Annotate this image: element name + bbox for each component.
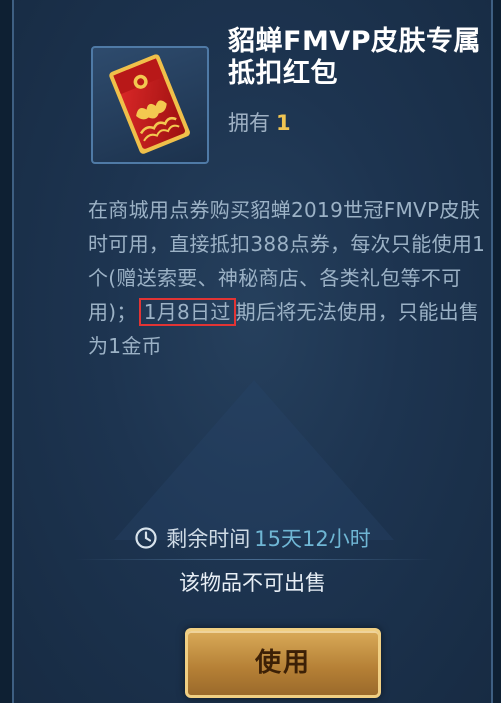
divider — [74, 559, 434, 560]
item-detail-panel: 貂蝉FMVP皮肤专属抵扣红包 拥有 1 在商城用点券购买貂蝉2019世冠FMVP皮… — [12, 0, 493, 703]
background-decoration — [114, 380, 394, 540]
expiry-date-highlight: 1月8日过 — [138, 298, 236, 326]
owned-count: 拥有 1 — [228, 107, 291, 137]
owned-count-value: 1 — [276, 111, 291, 135]
remaining-time-label: 剩余时间 — [166, 527, 251, 551]
sell-status: 该物品不可出售 — [179, 571, 326, 595]
red-envelope-icon — [109, 54, 190, 154]
remaining-time-value: 15天12小时 — [254, 527, 371, 551]
clock-icon — [134, 526, 158, 555]
remaining-time: 剩余时间 15天12小时 — [14, 523, 491, 555]
owned-label: 拥有 — [228, 111, 270, 135]
item-title: 貂蝉FMVP皮肤专属抵扣红包 — [228, 26, 481, 89]
use-button[interactable]: 使用 — [185, 628, 381, 698]
item-description: 在商城用点券购买貂蝉2019世冠FMVP皮肤时可用，直接抵扣388点券，每次只能… — [88, 193, 486, 363]
item-icon-frame — [91, 46, 209, 164]
